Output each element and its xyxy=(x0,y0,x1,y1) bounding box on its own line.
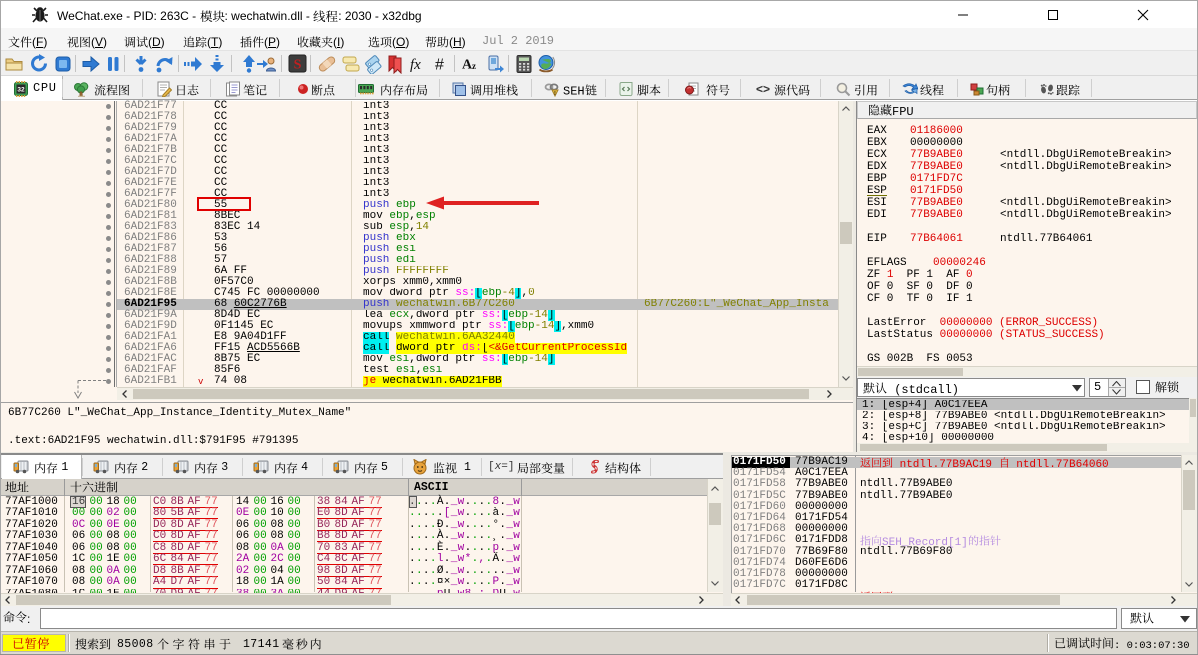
svg-text:fx: fx xyxy=(410,57,421,73)
svg-text:#: # xyxy=(435,57,444,74)
svg-text:<>: <> xyxy=(756,82,770,96)
svg-text:S: S xyxy=(294,58,302,73)
svg-text:32: 32 xyxy=(17,87,25,94)
svg-text:z: z xyxy=(472,61,476,71)
